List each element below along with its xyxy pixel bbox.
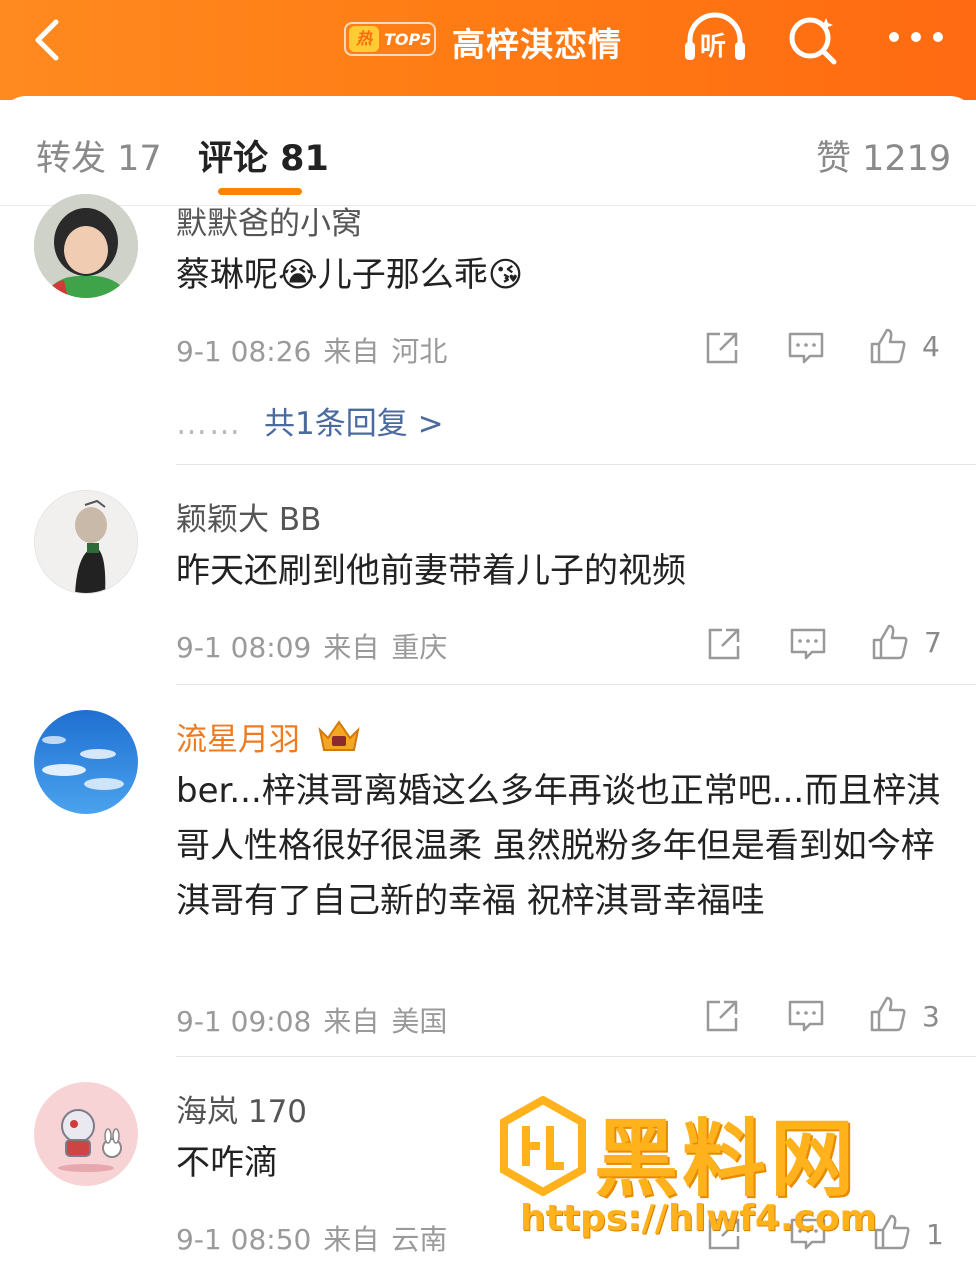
like-count: 7	[924, 626, 942, 659]
listen-label: 听	[700, 32, 727, 62]
tab-likes[interactable]: 赞 1219	[816, 130, 951, 181]
like-count: 1	[926, 1218, 944, 1251]
tab-repost[interactable]: 转发 17	[36, 130, 162, 181]
tab-active-indicator	[218, 188, 302, 195]
like-icon[interactable]	[868, 326, 908, 366]
comment-location: 美国	[391, 1005, 448, 1038]
comment-time: 9-1 08:50	[176, 1223, 312, 1256]
comment-meta: 9-1 09:08 来自 美国	[176, 1000, 459, 1040]
comment-meta: 9-1 08:26 来自 河北	[176, 330, 459, 370]
like-icon[interactable]	[870, 622, 910, 662]
back-icon[interactable]	[28, 16, 68, 64]
share-icon[interactable]	[702, 996, 742, 1036]
share-icon[interactable]	[704, 1214, 744, 1254]
comment-icon[interactable]	[788, 624, 828, 664]
comment-username[interactable]: 颖颖大 BB	[176, 494, 321, 539]
comment-icon[interactable]	[788, 1214, 828, 1254]
topic-title[interactable]: 高梓淇恋情	[452, 18, 622, 66]
replies-dots: ……	[176, 406, 242, 442]
hot-badge-rank: TOP5	[384, 30, 432, 49]
avatar[interactable]	[34, 1082, 138, 1186]
comment-text: 蔡琳呢😭儿子那么乖😘	[176, 255, 524, 295]
like-count: 3	[922, 1000, 940, 1033]
hot-badge-char: 热	[349, 26, 379, 52]
comment-location: 云南	[391, 1223, 448, 1256]
avatar[interactable]	[34, 710, 138, 814]
divider	[176, 464, 976, 465]
comment-time: 9-1 08:09	[176, 631, 312, 664]
like-count: 4	[922, 330, 940, 363]
comment-text: 昨天还刷到他前妻带着儿子的视频	[176, 551, 686, 591]
search-icon[interactable]	[786, 12, 842, 66]
comment-from: 来自	[323, 1005, 380, 1038]
view-replies-link[interactable]: …… 共1条回复 >	[176, 398, 444, 443]
comment-icon[interactable]	[786, 996, 826, 1036]
comment-text: 不咋滴	[176, 1143, 278, 1183]
avatar[interactable]	[34, 490, 138, 594]
comment-location: 河北	[391, 335, 448, 368]
comment-meta: 9-1 08:50 来自 云南	[176, 1218, 459, 1258]
comment-username[interactable]: 流星月羽	[176, 714, 362, 762]
avatar[interactable]	[34, 194, 138, 298]
tab-bar: 转发 17 评论 81 赞 1219	[0, 96, 976, 206]
top-bar: 热 TOP5 高梓淇恋情 听	[0, 0, 976, 100]
comment-location: 重庆	[391, 631, 448, 664]
comment-username[interactable]: 默默爸的小窝	[176, 198, 362, 243]
hot-rank-badge[interactable]: 热 TOP5	[344, 22, 436, 56]
username-text: 流星月羽	[176, 722, 300, 758]
crown-badge-icon	[316, 718, 362, 762]
listen-button[interactable]: 听	[682, 12, 748, 66]
comment-username[interactable]: 海岚 170	[176, 1086, 307, 1131]
like-icon[interactable]	[872, 1212, 912, 1252]
share-icon[interactable]	[702, 328, 742, 368]
divider	[176, 684, 976, 685]
comment-meta: 9-1 08:09 来自 重庆	[176, 626, 459, 666]
tab-comments[interactable]: 评论 81	[198, 130, 329, 181]
more-icon[interactable]	[886, 22, 946, 52]
comment-icon[interactable]	[786, 328, 826, 368]
comment-text: ber...梓淇哥离婚这么多年再谈也正常吧...而且梓淇哥人性格很好很温柔 虽然…	[176, 771, 941, 921]
comment-time: 9-1 09:08	[176, 1005, 312, 1038]
comment-from: 来自	[323, 631, 380, 664]
replies-label: 共1条回复 >	[264, 406, 444, 442]
divider	[176, 1056, 976, 1057]
comment-from: 来自	[323, 335, 380, 368]
comment-from: 来自	[323, 1223, 380, 1256]
share-icon[interactable]	[704, 624, 744, 664]
like-icon[interactable]	[868, 994, 908, 1034]
comment-time: 9-1 08:26	[176, 335, 312, 368]
